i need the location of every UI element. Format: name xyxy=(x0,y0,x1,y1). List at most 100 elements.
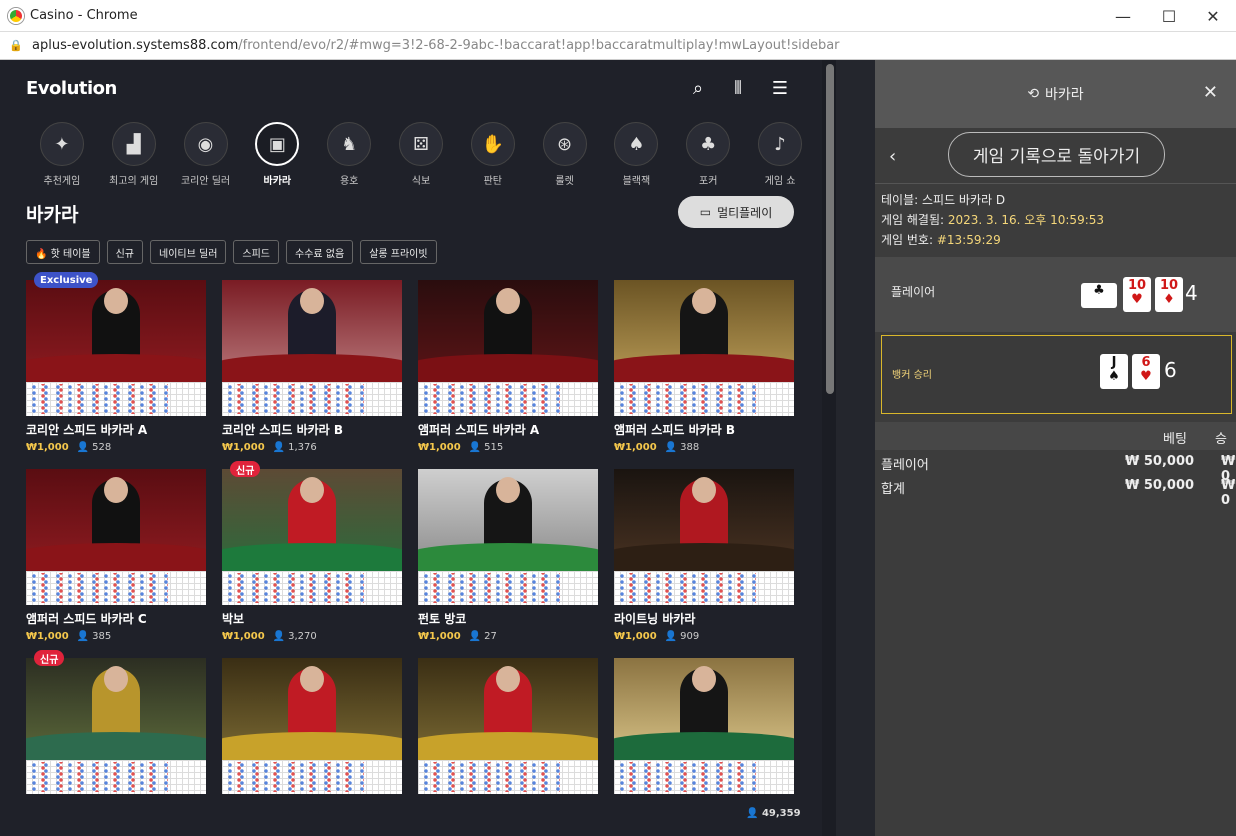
playing-card: 6 ♥ xyxy=(1132,354,1160,389)
dealer-head xyxy=(692,666,716,692)
search-icon[interactable]: ⌕ xyxy=(686,76,710,100)
library-icon[interactable]: ⫴ xyxy=(726,76,750,100)
game-card[interactable] xyxy=(222,658,402,794)
game-card[interactable]: 앰퍼러 스피드 바카라 B ₩1,000 👤 388 xyxy=(614,280,794,453)
close-window-button[interactable]: ✕ xyxy=(1190,0,1236,32)
game-info: 테이블: 스피드 바카라 D 게임 해결됨: 2023. 3. 16. 오후 1… xyxy=(881,190,1104,250)
card-rank: J xyxy=(1111,355,1117,370)
tab-category-2[interactable]: ◉ 코리안 딜러 xyxy=(170,122,242,187)
table-meta: ₩1,000 👤 528 xyxy=(26,442,206,453)
table-image xyxy=(418,354,598,382)
game-thumbnail[interactable] xyxy=(26,280,206,382)
bead-road xyxy=(614,571,794,605)
filter-chip[interactable]: 수수료 없음 xyxy=(286,240,354,264)
url-host: aplus-evolution.systems88.com xyxy=(32,38,239,53)
game-thumbnail[interactable] xyxy=(222,469,402,571)
evolution-logo[interactable]: Evolution xyxy=(26,78,117,99)
table-image xyxy=(222,732,402,760)
sparkle-icon: ✦ xyxy=(39,122,84,166)
resolved-value: 2023. 3. 16. 오후 10:59:53 xyxy=(947,213,1105,227)
game-thumbnail[interactable] xyxy=(222,280,402,382)
close-icon[interactable]: ✕ xyxy=(1203,82,1218,103)
game-thumbnail[interactable] xyxy=(614,469,794,571)
chevron-left-icon[interactable]: ‹ xyxy=(889,146,896,167)
bead-road xyxy=(222,382,402,416)
game-card[interactable]: 신규 xyxy=(26,650,206,794)
dealer-head xyxy=(300,666,324,692)
row-label: 합계 xyxy=(881,482,905,497)
game-card[interactable] xyxy=(614,658,794,794)
category-label: 용호 xyxy=(339,176,359,187)
blackjack-icon: ♠ xyxy=(614,122,659,166)
url-text[interactable]: aplus-evolution.systems88.com/frontend/e… xyxy=(32,38,840,53)
panel-title: 바카라 xyxy=(1045,87,1084,103)
tab-category-1[interactable]: ▟ 최고의 게임 xyxy=(98,122,170,187)
filter-chip[interactable]: 🔥 핫 테이블 xyxy=(26,240,100,264)
multiplay-button[interactable]: ▭ 멀티플레이 xyxy=(678,196,794,228)
game-thumbnail[interactable] xyxy=(418,280,598,382)
tab-category-10[interactable]: ♪ 게임 쇼 xyxy=(744,122,816,187)
table-meta: ₩1,000 👤 385 xyxy=(26,631,206,642)
filter-chip[interactable]: 스피드 xyxy=(233,240,280,264)
bead-road xyxy=(418,382,598,416)
scrollbar[interactable] xyxy=(826,64,834,394)
road-dots xyxy=(420,384,560,414)
game-thumbnail[interactable] xyxy=(222,658,402,760)
bets-table-row: 플레이어 ₩ 50,000 ₩ 0 xyxy=(875,450,1236,484)
player-count: 👤 385 xyxy=(77,631,112,642)
game-thumbnail[interactable] xyxy=(418,658,598,760)
road-dots xyxy=(616,384,756,414)
tab-category-8[interactable]: ♠ 블랙잭 xyxy=(601,122,673,187)
game-card[interactable] xyxy=(418,658,598,794)
dealer-head xyxy=(104,666,128,692)
history-panel: ⟲ 바카라 ✕ ‹ 게임 기록으로 돌아가기 테이블: 스피드 바카라 D 게임… xyxy=(875,60,1236,836)
table-name: 앰퍼러 스피드 바카라 C xyxy=(26,612,147,626)
filter-chip[interactable]: 신규 xyxy=(106,240,144,264)
game-thumbnail[interactable] xyxy=(418,469,598,571)
url-path: /frontend/evo/r2/#mwg=3!2-68-2-9abc-!bac… xyxy=(238,38,840,53)
game-thumbnail[interactable] xyxy=(26,658,206,760)
status-badge: 신규 xyxy=(34,650,65,666)
dealer-head xyxy=(104,288,128,314)
table-meta: ₩1,000 👤 27 xyxy=(418,631,598,642)
road-dots xyxy=(616,573,756,603)
filter-chip[interactable]: 살롱 프라이빗 xyxy=(360,240,437,264)
game-card[interactable]: 펀토 방코 ₩1,000 👤 27 xyxy=(418,469,598,642)
dealer-head xyxy=(496,666,520,692)
game-card[interactable]: Exclusive 코리안 스피드 바카라 A ₩1,000 👤 528 xyxy=(26,272,206,453)
menu-icon[interactable]: ☰ xyxy=(768,76,792,100)
game-thumbnail[interactable] xyxy=(26,469,206,571)
game-thumbnail[interactable] xyxy=(614,280,794,382)
tab-category-4[interactable]: ♞ 용호 xyxy=(313,122,385,187)
tab-category-0[interactable]: ✦ 추천게임 xyxy=(26,122,98,187)
road-dots xyxy=(224,573,364,603)
bead-road xyxy=(418,760,598,794)
table-image xyxy=(614,732,794,760)
person-icon: 👤 xyxy=(76,442,90,453)
player-count-value: 27 xyxy=(484,631,497,642)
game-number-value: #13:59:29 xyxy=(936,233,1001,247)
category-label: 게임 쇼 xyxy=(764,176,796,187)
tab-category-9[interactable]: ♣ 포커 xyxy=(672,122,744,187)
tab-category-7[interactable]: ⊛ 룰렛 xyxy=(529,122,601,187)
maximize-button[interactable]: ☐ xyxy=(1146,0,1192,32)
address-bar[interactable]: 🔒 aplus-evolution.systems88.com/frontend… xyxy=(0,32,1236,60)
tab-category-3[interactable]: ▣ 바카라 xyxy=(241,122,313,187)
player-label: 플레이어 xyxy=(891,285,936,299)
minimize-button[interactable]: — xyxy=(1100,0,1146,32)
category-label: 블랙잭 xyxy=(622,176,651,187)
table-meta: ₩1,000 👤 388 xyxy=(614,442,794,453)
game-card[interactable]: 코리안 스피드 바카라 B ₩1,000 👤 1,376 xyxy=(222,280,402,453)
game-card[interactable]: 신규 박보 ₩1,000 👤 3,270 xyxy=(222,461,402,642)
table-name: 코리안 스피드 바카라 B xyxy=(222,423,344,437)
filter-chip[interactable]: 네이티브 딜러 xyxy=(150,240,227,264)
playing-card: ♣ xyxy=(1081,283,1117,308)
game-card[interactable]: 라이트닝 바카라 ₩1,000 👤 909 xyxy=(614,469,794,642)
tab-category-6[interactable]: ✋ 판탄 xyxy=(457,122,529,187)
tab-category-5[interactable]: ⚄ 식보 xyxy=(385,122,457,187)
game-card[interactable]: 앰퍼러 스피드 바카라 C ₩1,000 👤 385 xyxy=(26,469,206,642)
game-thumbnail[interactable] xyxy=(614,658,794,760)
back-to-history-button[interactable]: 게임 기록으로 돌아가기 xyxy=(948,132,1165,177)
game-card[interactable]: 앰퍼러 스피드 바카라 A ₩1,000 👤 515 xyxy=(418,280,598,453)
lock-icon: 🔒 xyxy=(9,39,23,52)
